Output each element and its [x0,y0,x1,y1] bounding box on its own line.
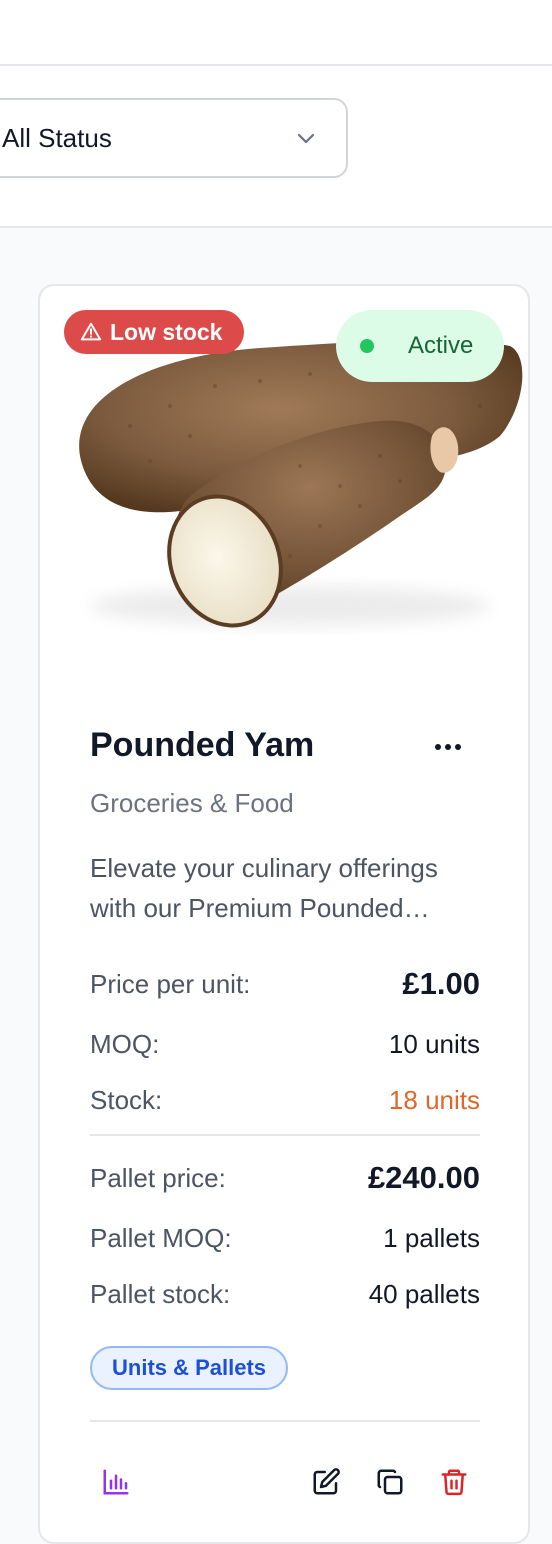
product-category: Groceries & Food [90,788,294,818]
status-dot-icon [360,339,374,353]
pallet-stock-value: 40 pallets [368,1278,480,1309]
moq-row: MOQ: 10 units [90,1024,480,1064]
description-line: with our Premium Pounded… [90,893,430,923]
product-card[interactable]: Low stock Active Pounded Yam Groceries &… [38,284,530,1544]
chevron-down-icon [297,133,315,144]
unit-price-value: £1.00 [402,966,480,1001]
description-line: Elevate your culinary offerings [90,853,438,883]
divider [90,1420,480,1422]
status-badge: Active [336,310,504,382]
stock-row: Stock: 18 units [90,1080,480,1120]
pallet-price-label: Pallet price: [90,1162,226,1193]
top-header [0,0,552,66]
stock-value: 18 units [388,1084,480,1115]
pallet-price-value: £240.00 [367,1160,480,1195]
edit-icon [313,1468,340,1495]
product-description: Elevate your culinary offerings with our… [90,848,490,928]
pallet-moq-value: 1 pallets [383,1222,480,1253]
moq-label: MOQ: [90,1028,160,1059]
pallet-price-row: Pallet price: £240.00 [90,1158,480,1198]
delete-icon [441,1469,467,1496]
status-filter-select[interactable]: All Status [0,98,348,178]
filter-bar: All Status [0,66,552,228]
moq-value: 10 units [388,1028,480,1059]
divider [90,1134,480,1136]
warning-icon [80,322,102,341]
low-stock-badge: Low stock [64,310,245,354]
unit-price-row: Price per unit: £1.00 [90,964,480,1004]
analytics-button[interactable] [96,1462,136,1502]
unit-price-label: Price per unit: [90,968,251,999]
edit-button[interactable] [306,1462,346,1502]
pallet-stock-label: Pallet stock: [90,1278,231,1309]
delete-button[interactable] [434,1462,474,1502]
more-horizontal-icon [435,744,461,750]
low-stock-label: Low stock [110,318,223,345]
pallet-stock-row: Pallet stock: 40 pallets [90,1274,480,1314]
more-options-button[interactable] [428,730,468,764]
product-title: Pounded Yam [90,726,315,764]
stock-label: Stock: [90,1084,163,1115]
sale-type-chip: Units & Pallets [90,1346,289,1390]
analytics-icon [103,1469,129,1495]
status-filter-value: All Status [2,122,112,153]
status-label: Active [408,332,474,359]
duplicate-button[interactable] [370,1462,410,1502]
pallet-moq-row: Pallet MOQ: 1 pallets [90,1218,480,1258]
pallet-moq-label: Pallet MOQ: [90,1222,232,1253]
duplicate-icon [377,1469,403,1495]
